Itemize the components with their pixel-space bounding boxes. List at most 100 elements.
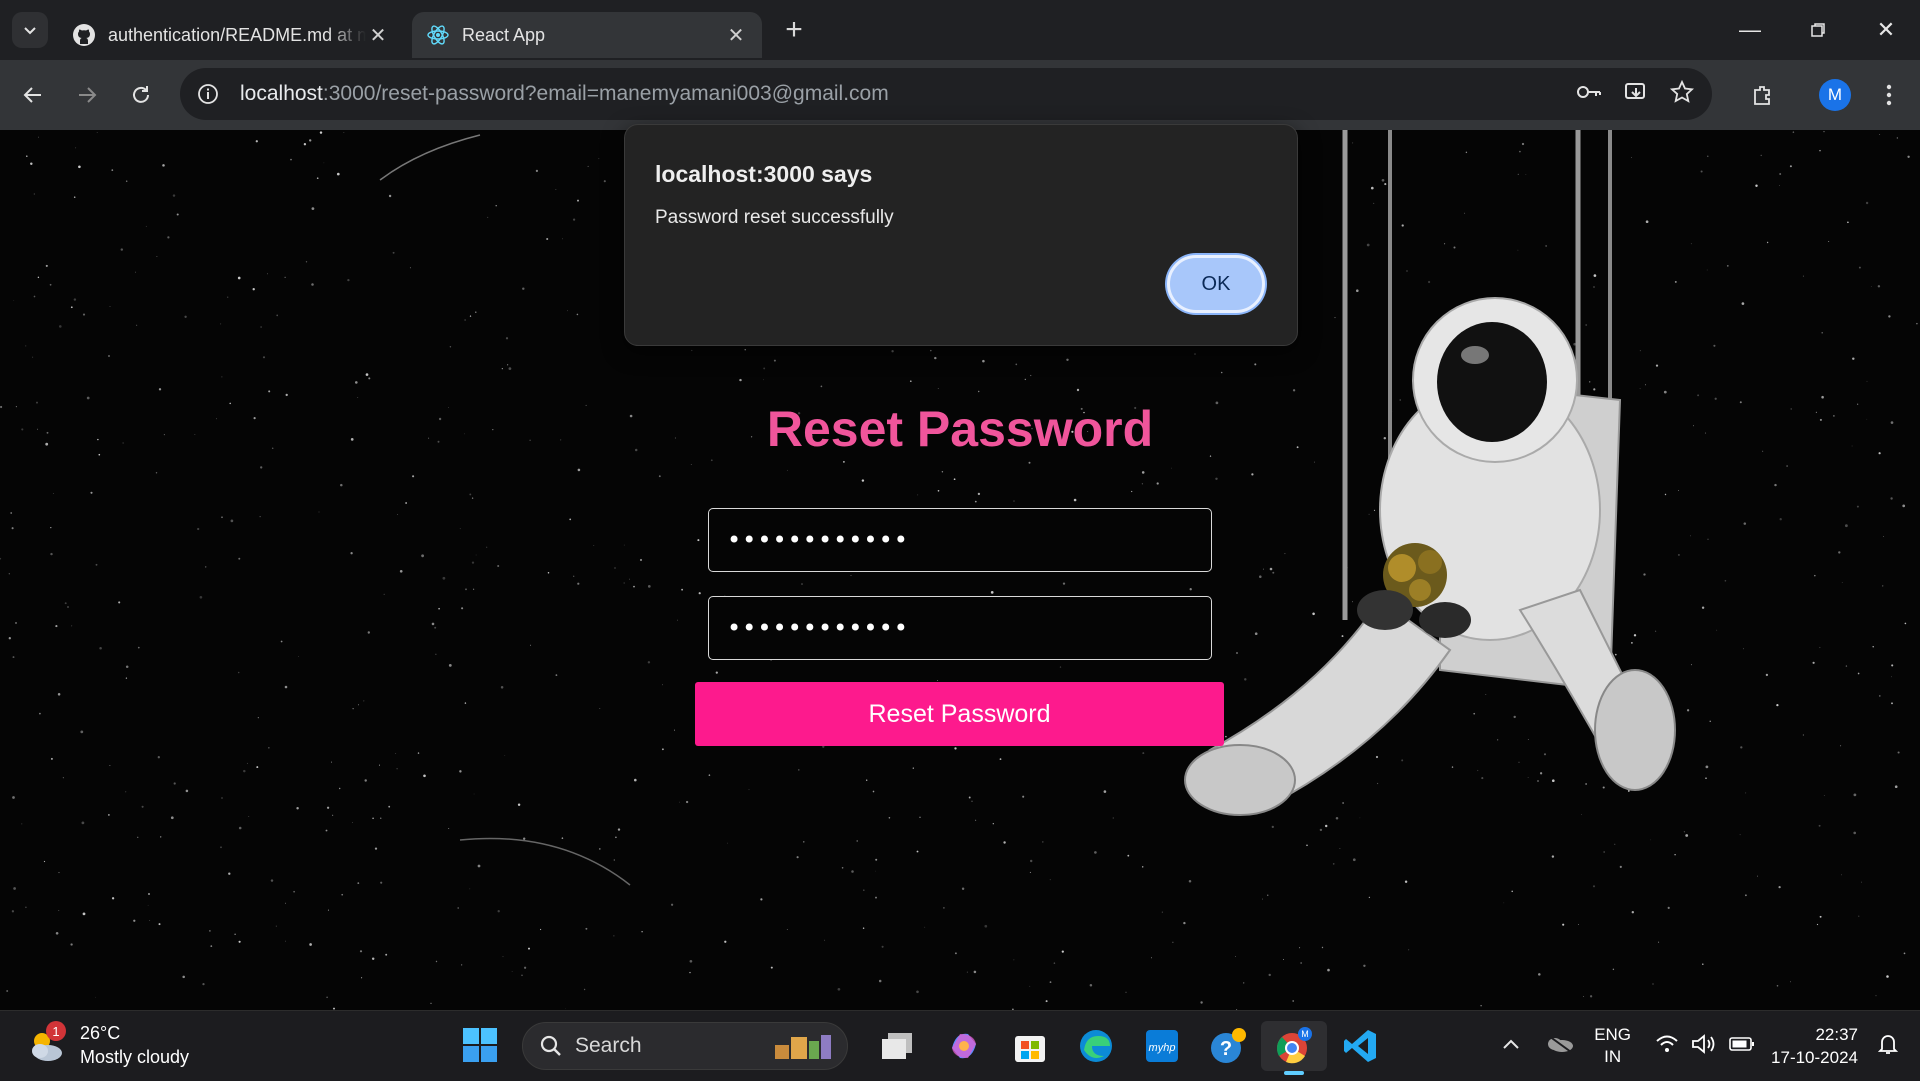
star <box>530 644 532 646</box>
key-icon[interactable] <box>1576 82 1602 107</box>
star <box>598 158 600 160</box>
reset-password-button[interactable]: Reset Password <box>695 682 1224 746</box>
ok-button[interactable]: OK <box>1167 255 1265 313</box>
star <box>685 800 689 804</box>
star <box>1551 855 1555 858</box>
react-icon <box>426 23 450 47</box>
star <box>25 345 27 347</box>
star <box>1821 331 1823 334</box>
forward-button[interactable] <box>60 68 114 122</box>
chevron-up-icon[interactable] <box>1502 1037 1520 1055</box>
close-tab-icon[interactable]: ✕ <box>724 23 748 47</box>
star <box>475 311 477 313</box>
menu-button[interactable] <box>1862 68 1916 122</box>
restore-icon[interactable] <box>1784 0 1852 60</box>
star <box>1872 645 1874 648</box>
star <box>95 563 98 566</box>
star <box>1538 973 1541 976</box>
star <box>285 902 287 904</box>
task-view-button[interactable] <box>865 1021 931 1071</box>
star <box>1724 579 1727 582</box>
battery-icon[interactable] <box>1729 1036 1755 1057</box>
star <box>270 879 274 882</box>
star <box>135 271 136 273</box>
vscode-button[interactable] <box>1327 1021 1393 1071</box>
star <box>497 910 500 913</box>
star <box>1916 322 1918 325</box>
star <box>75 147 77 149</box>
close-window-icon[interactable]: ✕ <box>1852 0 1920 60</box>
close-tab-icon[interactable]: ✕ <box>366 23 390 47</box>
start-button[interactable] <box>462 1027 498 1068</box>
new-password-input[interactable] <box>708 508 1212 572</box>
copilot-button[interactable] <box>931 1021 997 1071</box>
weather-temperature: 26°C <box>80 1023 121 1043</box>
star <box>448 828 450 829</box>
onedrive-icon[interactable] <box>1546 1034 1574 1059</box>
star <box>1029 859 1033 863</box>
star <box>517 803 521 806</box>
myhp-button[interactable]: myhp <box>1129 1021 1195 1071</box>
star <box>423 774 426 778</box>
star <box>311 283 314 286</box>
star <box>748 789 750 791</box>
star <box>430 1002 432 1004</box>
star <box>1183 921 1186 925</box>
star <box>727 842 728 844</box>
star <box>352 822 353 823</box>
confirm-password-input[interactable] <box>708 596 1212 660</box>
bookmark-star-icon[interactable] <box>1669 79 1695 109</box>
minimize-icon[interactable]: — <box>1716 0 1784 60</box>
star <box>71 625 73 627</box>
star <box>982 359 985 363</box>
star <box>820 385 823 388</box>
install-app-icon[interactable] <box>1624 80 1648 109</box>
star <box>359 950 363 953</box>
star <box>561 837 564 839</box>
star <box>1073 498 1077 502</box>
star <box>1741 302 1745 305</box>
tab-react-app[interactable]: React App ✕ <box>412 12 762 58</box>
star <box>1603 851 1605 853</box>
star <box>1612 968 1615 971</box>
weather-widget[interactable]: 1 26°C Mostly cloudy <box>26 1021 189 1069</box>
volume-icon[interactable] <box>1691 1033 1717 1059</box>
microsoft-store-button[interactable] <box>997 1021 1063 1071</box>
star <box>399 569 403 573</box>
extensions-button[interactable] <box>1736 68 1790 122</box>
language-indicator[interactable]: ENG IN <box>1594 1024 1631 1068</box>
tab-github-readme[interactable]: authentication/README.md at main ✕ <box>58 12 404 58</box>
star <box>670 903 674 906</box>
wifi-icon[interactable] <box>1655 1034 1679 1059</box>
star <box>199 595 203 599</box>
new-tab-button[interactable]: + <box>776 12 812 48</box>
help-icon: ? <box>1211 1028 1246 1063</box>
taskbar-search[interactable]: Search <box>522 1022 848 1070</box>
star <box>32 356 34 358</box>
star <box>316 177 319 180</box>
star <box>431 622 435 626</box>
notification-bell-icon[interactable] <box>1877 1033 1899 1060</box>
star <box>1045 1000 1048 1003</box>
back-button[interactable] <box>6 68 60 122</box>
star <box>511 971 513 973</box>
star <box>744 349 746 351</box>
star <box>340 483 343 487</box>
star <box>1857 672 1860 675</box>
get-help-button[interactable]: ? <box>1195 1021 1261 1071</box>
edge-button[interactable] <box>1063 1021 1129 1071</box>
star <box>368 377 371 380</box>
chrome-button[interactable]: M <box>1261 1021 1327 1075</box>
address-bar[interactable]: localhost:3000/reset-password?email=mane… <box>180 68 1712 120</box>
reload-button[interactable] <box>114 68 168 122</box>
tab-search-button[interactable] <box>12 12 48 48</box>
star <box>374 847 378 850</box>
star <box>1779 185 1780 186</box>
clock[interactable]: 22:37 17-10-2024 <box>1771 1023 1858 1069</box>
star <box>1779 518 1782 521</box>
star <box>577 468 581 472</box>
profile-button[interactable]: M <box>1808 68 1862 122</box>
star <box>380 817 382 819</box>
star <box>1745 792 1747 794</box>
site-info-icon[interactable] <box>194 80 222 108</box>
